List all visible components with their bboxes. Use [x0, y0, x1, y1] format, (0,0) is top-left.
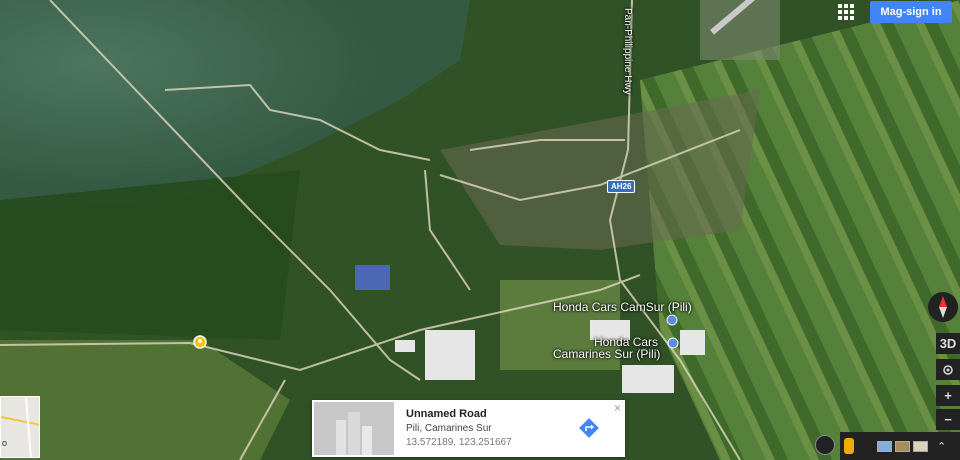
place-marker-icon — [666, 314, 678, 326]
place-label[interactable]: Honda Cars CamSur (Pili) — [553, 300, 692, 314]
expand-icon[interactable]: ⌃ — [937, 440, 946, 453]
building — [395, 340, 415, 352]
route-shield: AH26 — [607, 180, 636, 193]
pegman-icon[interactable] — [844, 438, 854, 454]
tilt-3d-button[interactable]: 3D — [936, 333, 960, 354]
imagery-thumb[interactable] — [913, 440, 928, 452]
forest-area — [0, 170, 300, 340]
satellite-map[interactable] — [0, 0, 960, 460]
blue-roof-building — [355, 265, 390, 290]
bottom-toolbar: ⌃ — [840, 432, 960, 460]
zoom-out-button[interactable]: − — [936, 409, 960, 430]
place-label[interactable]: Camarines Sur (Pili) — [553, 347, 660, 361]
card-coordinates[interactable]: 13.572189, 123.251667 — [406, 437, 512, 448]
imagery-thumb[interactable] — [877, 440, 892, 452]
building — [425, 330, 475, 380]
highway-label: Pan-Philippine Hwy — [622, 8, 633, 95]
apps-grid-icon[interactable] — [836, 2, 856, 22]
panorama-icon[interactable] — [815, 435, 835, 455]
street-view-thumbnail[interactable] — [314, 402, 394, 455]
my-location-icon[interactable] — [936, 359, 960, 380]
card-subtitle: Pili, Camarines Sur — [406, 423, 492, 434]
place-marker-icon — [667, 337, 679, 349]
building — [622, 365, 674, 393]
minimap[interactable]: o — [0, 396, 40, 458]
zoom-in-button[interactable]: + — [936, 385, 960, 406]
signin-button[interactable]: Mag-sign in — [870, 1, 952, 23]
directions-icon[interactable] — [578, 417, 600, 439]
location-info-card: Unnamed Road Pili, Camarines Sur 13.5721… — [312, 400, 625, 457]
building — [680, 330, 705, 355]
close-icon[interactable]: × — [614, 401, 621, 415]
compass-icon[interactable] — [928, 292, 958, 322]
card-title: Unnamed Road — [406, 408, 487, 420]
location-pin-icon[interactable] — [193, 335, 207, 349]
imagery-thumb[interactable] — [895, 440, 910, 452]
minimap-label: o — [2, 438, 8, 448]
